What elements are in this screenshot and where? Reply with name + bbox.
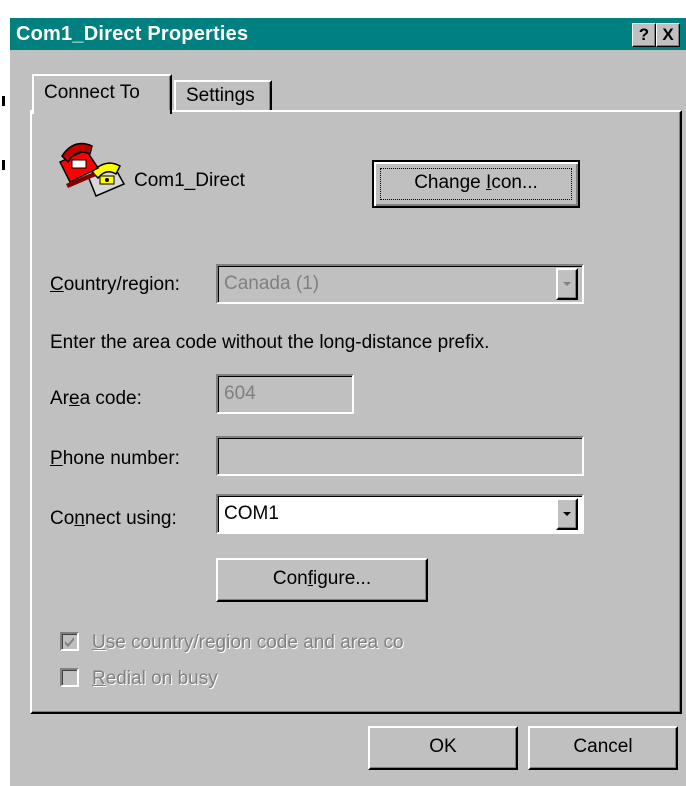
- ok-label: OK: [429, 736, 457, 757]
- redial-on-busy-label: Redial on busy: [92, 668, 218, 689]
- change-icon-label: Change Icon...: [414, 172, 538, 193]
- redial-on-busy-checkbox[interactable]: [60, 668, 79, 687]
- change-icon-button[interactable]: Change Icon...: [372, 160, 580, 208]
- connect-using-value: COM1: [224, 503, 279, 524]
- background-fragment: [2, 160, 5, 170]
- connect-using-label: Connect using:: [50, 508, 177, 529]
- connect-using-dropdown-arrow[interactable]: [556, 498, 578, 530]
- country-region-dropdown[interactable]: Canada (1): [216, 264, 584, 304]
- use-country-code-label: Use country/region code and area co: [92, 632, 404, 653]
- phone-connection-icon: [56, 136, 130, 202]
- background-fragment: [2, 96, 5, 106]
- area-code-value: 604: [224, 383, 256, 404]
- configure-button[interactable]: Configure...: [216, 558, 428, 602]
- country-region-label: Country/region:: [50, 274, 180, 295]
- area-code-instruction: Enter the area code without the long-dis…: [50, 332, 490, 353]
- ok-button[interactable]: OK: [368, 726, 518, 770]
- country-region-dropdown-arrow[interactable]: [556, 268, 578, 300]
- use-country-code-checkbox[interactable]: [60, 632, 79, 651]
- phone-number-label: Phone number:: [50, 448, 180, 469]
- checkmark-icon: [65, 637, 74, 647]
- area-code-field[interactable]: 604: [216, 374, 354, 414]
- phone-number-field[interactable]: [216, 436, 584, 476]
- cancel-label: Cancel: [573, 736, 633, 757]
- connect-using-dropdown[interactable]: COM1: [216, 494, 584, 534]
- area-code-label: Area code:: [50, 388, 142, 409]
- connection-name: Com1_Direct: [134, 170, 245, 191]
- chevron-down-icon: [563, 512, 571, 516]
- properties-dialog: Com1_Direct Properties ? X Connect To Se…: [10, 18, 686, 786]
- cancel-button[interactable]: Cancel: [528, 726, 678, 770]
- chevron-down-icon: [563, 282, 571, 286]
- panel-content: Com1_Direct Change Icon... Country/regio…: [10, 18, 686, 786]
- configure-label: Configure...: [272, 568, 372, 589]
- country-region-value: Canada (1): [224, 273, 320, 294]
